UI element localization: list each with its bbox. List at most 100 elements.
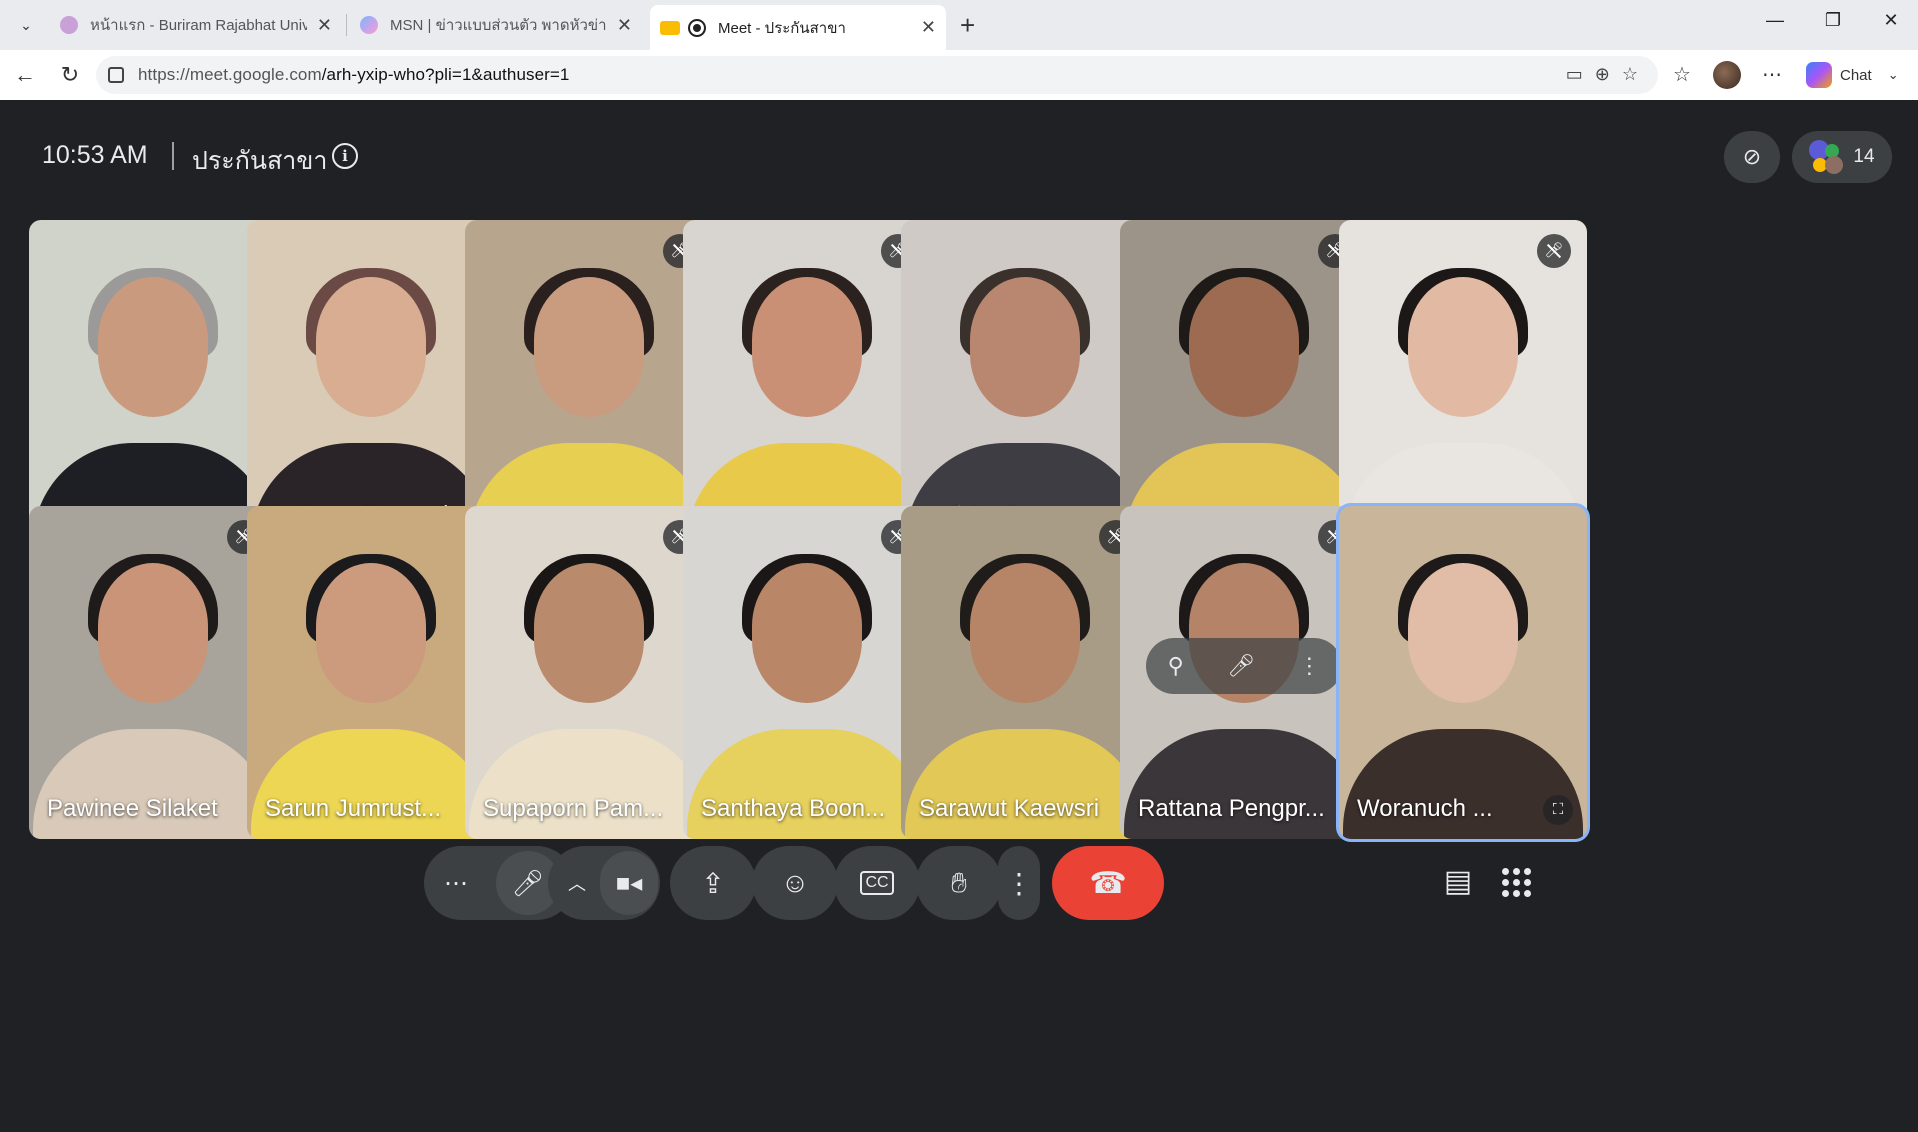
participant-tile[interactable]: 🎤︎ Santhaya Boon... — [683, 506, 931, 839]
participant-avatars — [1809, 140, 1844, 174]
tab-title: Meet - ประกันสาขา — [718, 19, 846, 37]
reload-icon[interactable]: ↻ — [55, 62, 85, 88]
participant-tile[interactable]: พันธิวา แก้วมาตย์ — [247, 220, 495, 553]
participant-video — [1189, 276, 1299, 417]
browser-tab-meet[interactable]: Meet - ประกันสาขา ✕ — [650, 5, 946, 50]
participant-video — [534, 276, 644, 417]
no-recording-icon: ⊘ — [1742, 144, 1762, 169]
meet-call-window: 10:53 AM ประกันสาขา i ⊘ 14 Adisak Joomw.… — [6, 101, 1914, 1131]
browser-tab-bar: ⌄ หน้าแรก - Buriram Rajabhat Univers ✕ M… — [0, 0, 1918, 50]
participant-tile[interactable]: ⛶ Woranuch ... — [1339, 506, 1587, 839]
tile-hover-actions: ⚲ 🎤︎ ⋮ — [1146, 638, 1342, 694]
activities-icon[interactable] — [1502, 868, 1542, 897]
participant-tile[interactable]: 🎤︎Sirinee Jirajess... — [1339, 220, 1587, 553]
browser-toolbar: ← ↻ https://meet.google.com/arh-yxip-who… — [0, 50, 1918, 100]
chat-icon[interactable]: ▤ — [1438, 864, 1478, 899]
emoji-icon: ☺ — [780, 867, 810, 898]
participant-video — [98, 562, 208, 703]
participant-count: 14 — [1853, 146, 1875, 167]
participant-tile[interactable]: Sarun Jumrust... — [247, 506, 495, 839]
video-control-group: ︿ ■◂ — [548, 846, 660, 920]
participant-video — [534, 562, 644, 703]
participant-name: Woranuch ... — [1357, 795, 1493, 822]
participant-tile[interactable]: 🎤︎ Pawinee Silaket — [29, 506, 277, 839]
captions-button[interactable]: CC — [834, 846, 920, 920]
recording-off-button[interactable]: ⊘ — [1724, 131, 1780, 183]
participant-video — [970, 276, 1080, 417]
address-bar[interactable]: https://meet.google.com/arh-yxip-who?pli… — [96, 56, 1658, 94]
maximize-window-icon[interactable]: ❐ — [1808, 10, 1858, 31]
close-tab-icon[interactable]: ✕ — [921, 17, 936, 38]
call-controls: ⋯ 🎤︎ ︿ ■◂ ⇪ ☺ CC ✋︎ ⋮ ☎︎ ▤ — [6, 846, 1914, 926]
participant-name: Rattana Pengpr... — [1138, 795, 1325, 822]
leave-call-button[interactable]: ☎︎ — [1052, 846, 1164, 920]
participant-tile[interactable]: 🎤︎Prapaparn Sirik... — [683, 220, 931, 553]
present-screen-button[interactable]: ⇪ — [670, 846, 756, 920]
close-tab-icon[interactable]: ✕ — [617, 15, 632, 36]
url-path: /arh-yxip-who?pli=1&authuser=1 — [321, 65, 570, 84]
copilot-chat-button[interactable]: Chat ⌄ — [1800, 58, 1905, 92]
participant-tile[interactable]: 🎤︎ Sarawut Kaewsri — [901, 506, 1149, 839]
address-bar-actions: ▭ ⊕ ☆ — [1566, 64, 1638, 85]
participant-tile[interactable]: 🎤︎Narumon Prakr... — [465, 220, 713, 553]
zoom-icon[interactable]: ⊕ — [1595, 64, 1610, 85]
participant-tile[interactable]: 🎤︎ Supaporn Pam... — [465, 506, 713, 839]
url-text: https://meet.google.com/arh-yxip-who?pli… — [138, 65, 570, 85]
participant-video — [752, 562, 862, 703]
participant-name: Santhaya Boon... — [701, 795, 886, 822]
participant-tile[interactable]: 🎤︎Suksan Chuboon — [1120, 220, 1368, 553]
chevron-up-icon[interactable]: ︿ — [568, 870, 586, 896]
meeting-time: 10:53 AM — [42, 141, 148, 169]
tab-separator — [346, 14, 347, 36]
picture-in-picture-icon[interactable]: ⛶ — [1543, 795, 1573, 825]
participant-tile[interactable]: ยุวดี อินสำราญ — [901, 220, 1149, 553]
tab-title: MSN | ข่าวแบบส่วนตัว พาดหัวข่าวยอดนิยม — [390, 17, 607, 34]
profile-avatar[interactable] — [1713, 61, 1741, 89]
participant-tile[interactable]: Adisak Joomw... — [29, 220, 277, 553]
tab-actions-menu-icon[interactable]: ⌄ — [10, 9, 42, 41]
settings-more-icon[interactable]: ⋯ — [1758, 62, 1786, 87]
avatar — [1825, 156, 1844, 174]
header-divider — [172, 142, 174, 170]
chevron-down-icon[interactable]: ⌄ — [1888, 67, 1899, 83]
browser-tab-brru[interactable]: หน้าแรก - Buriram Rajabhat Univers ✕ — [50, 7, 342, 43]
close-tab-icon[interactable]: ✕ — [317, 15, 332, 36]
participant-tile[interactable]: 🎤︎ ⚲ 🎤︎ ⋮ Rattana Pengpr... — [1120, 506, 1368, 839]
back-arrow-icon[interactable]: ← — [10, 62, 40, 88]
chat-label: Chat — [1840, 66, 1872, 84]
minimize-window-icon[interactable]: — — [1750, 10, 1800, 31]
people-button[interactable]: 14 — [1792, 131, 1892, 183]
more-vertical-icon[interactable]: ⋮ — [1298, 653, 1320, 679]
browser-tab-msn[interactable]: MSN | ข่าวแบบส่วนตัว พาดหัวข่าวยอดนิยม ✕ — [350, 7, 642, 43]
camera-in-use-icon[interactable]: ▭ — [1566, 64, 1583, 85]
participant-video — [316, 276, 426, 417]
mute-participant-icon[interactable]: 🎤︎ — [1227, 653, 1255, 679]
hang-up-icon: ☎︎ — [1089, 866, 1127, 900]
more-options-button[interactable]: ⋮ — [998, 846, 1040, 920]
more-vertical-icon: ⋮ — [1005, 867, 1033, 899]
new-tab-button[interactable]: + — [960, 12, 975, 38]
camera-icon[interactable]: ■◂ — [600, 851, 658, 915]
msn-favicon-icon — [360, 16, 378, 34]
brru-favicon-icon — [60, 16, 78, 34]
participant-video — [316, 562, 426, 703]
copilot-icon — [1806, 62, 1832, 88]
meeting-title: ประกันสาขา — [192, 147, 328, 175]
url-host: https://meet.google.com — [138, 65, 322, 84]
favorites-icon[interactable]: ☆ — [1668, 62, 1696, 87]
participant-name: Pawinee Silaket — [47, 795, 218, 822]
audio-options-icon[interactable]: ⋯ — [444, 869, 468, 898]
site-info-icon[interactable] — [108, 67, 124, 83]
emoji-reaction-button[interactable]: ☺ — [752, 846, 838, 920]
recording-indicator-icon — [688, 18, 706, 37]
favorite-star-icon[interactable]: ☆ — [1622, 64, 1638, 85]
pin-icon[interactable]: ⚲ — [1168, 653, 1184, 679]
raise-hand-icon: ✋︎ — [951, 866, 967, 898]
participant-video — [752, 276, 862, 417]
raise-hand-button[interactable]: ✋︎ — [916, 846, 1002, 920]
meeting-info-icon[interactable]: i — [332, 143, 358, 169]
present-screen-icon: ⇪ — [701, 867, 725, 899]
participant-video — [970, 562, 1080, 703]
participant-name: Sarawut Kaewsri — [919, 795, 1100, 822]
close-window-icon[interactable]: ✕ — [1866, 10, 1916, 31]
